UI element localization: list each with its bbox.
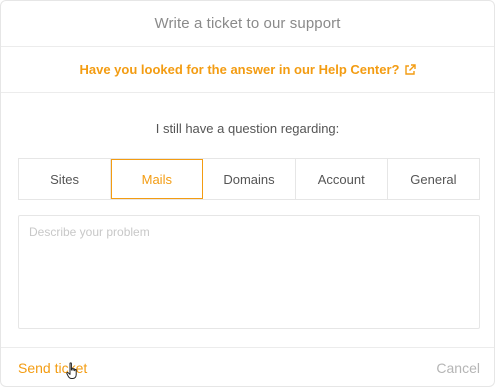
category-tab-domains[interactable]: Domains: [203, 159, 296, 199]
problem-description-input[interactable]: [18, 215, 480, 329]
help-center-link[interactable]: Have you looked for the answer in our He…: [79, 62, 416, 77]
dialog-header: Write a ticket to our support: [1, 1, 494, 47]
cancel-button[interactable]: Cancel: [436, 360, 480, 376]
question-label: I still have a question regarding:: [155, 121, 340, 136]
category-tab-mails[interactable]: Mails: [111, 159, 204, 199]
external-link-icon: [404, 63, 416, 75]
help-center-link-label: Have you looked for the answer in our He…: [79, 62, 400, 77]
category-selector: Sites Mails Domains Account General: [18, 158, 480, 200]
help-center-bar: Have you looked for the answer in our He…: [1, 47, 494, 93]
category-tab-general[interactable]: General: [388, 159, 479, 199]
support-ticket-dialog: Write a ticket to our support Have you l…: [0, 0, 495, 387]
send-ticket-button[interactable]: Send ticket: [18, 360, 87, 376]
dialog-title: Write a ticket to our support: [154, 15, 341, 32]
category-tab-account[interactable]: Account: [296, 159, 388, 199]
category-tab-sites[interactable]: Sites: [19, 159, 112, 199]
dialog-footer: Send ticket Cancel: [1, 347, 494, 388]
